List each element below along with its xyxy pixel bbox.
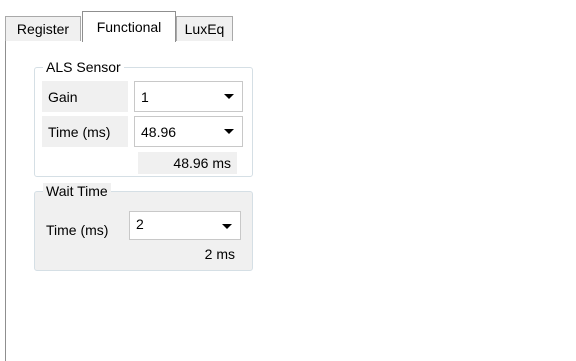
gain-label: Gain	[42, 81, 128, 112]
wait-time-title: Wait Time	[43, 183, 111, 199]
als-sensor-group: ALS Sensor Gain 1 Time (ms) 48.96 48.96 …	[34, 59, 253, 177]
tab-functional-label: Functional	[96, 19, 162, 35]
wait-time-readout-text: 2 ms	[204, 246, 235, 262]
chevron-down-icon[interactable]	[224, 94, 234, 99]
tab-register-label: Register	[16, 21, 70, 37]
tab-luxeq[interactable]: LuxEq	[176, 16, 233, 41]
wait-time-select[interactable]: 2	[129, 211, 241, 240]
gain-select[interactable]: 1	[134, 81, 243, 112]
tab-register[interactable]: Register	[5, 16, 81, 41]
gain-select-value: 1	[141, 88, 149, 105]
als-sensor-title: ALS Sensor	[43, 59, 124, 75]
wait-time-readout: 2 ms	[129, 244, 241, 264]
tab-strip: Register Functional LuxEq	[5, 10, 576, 42]
als-time-select-value: 48.96	[141, 123, 177, 140]
tab-luxeq-label: LuxEq	[184, 21, 225, 37]
functional-panel: ALS Sensor Gain 1 Time (ms) 48.96 48.96 …	[5, 41, 576, 361]
wait-time-select-value: 2	[136, 216, 144, 232]
chevron-down-icon[interactable]	[224, 129, 234, 134]
als-time-label-text: Time (ms)	[48, 123, 111, 140]
wait-time-label-text: Time (ms)	[46, 222, 109, 238]
wait-time-group: Wait Time Time (ms) 2 2 ms	[34, 183, 253, 271]
als-time-label: Time (ms)	[42, 116, 128, 147]
als-time-select[interactable]: 48.96	[134, 116, 243, 147]
wait-time-label: Time (ms)	[46, 220, 108, 240]
chevron-down-icon[interactable]	[222, 224, 232, 229]
app-window: Register Functional LuxEq ALS Sensor Gai…	[0, 0, 576, 361]
gain-label-text: Gain	[48, 88, 78, 105]
als-time-readout-text: 48.96 ms	[173, 155, 231, 171]
tab-functional[interactable]: Functional	[82, 11, 176, 42]
als-time-readout: 48.96 ms	[138, 152, 237, 174]
